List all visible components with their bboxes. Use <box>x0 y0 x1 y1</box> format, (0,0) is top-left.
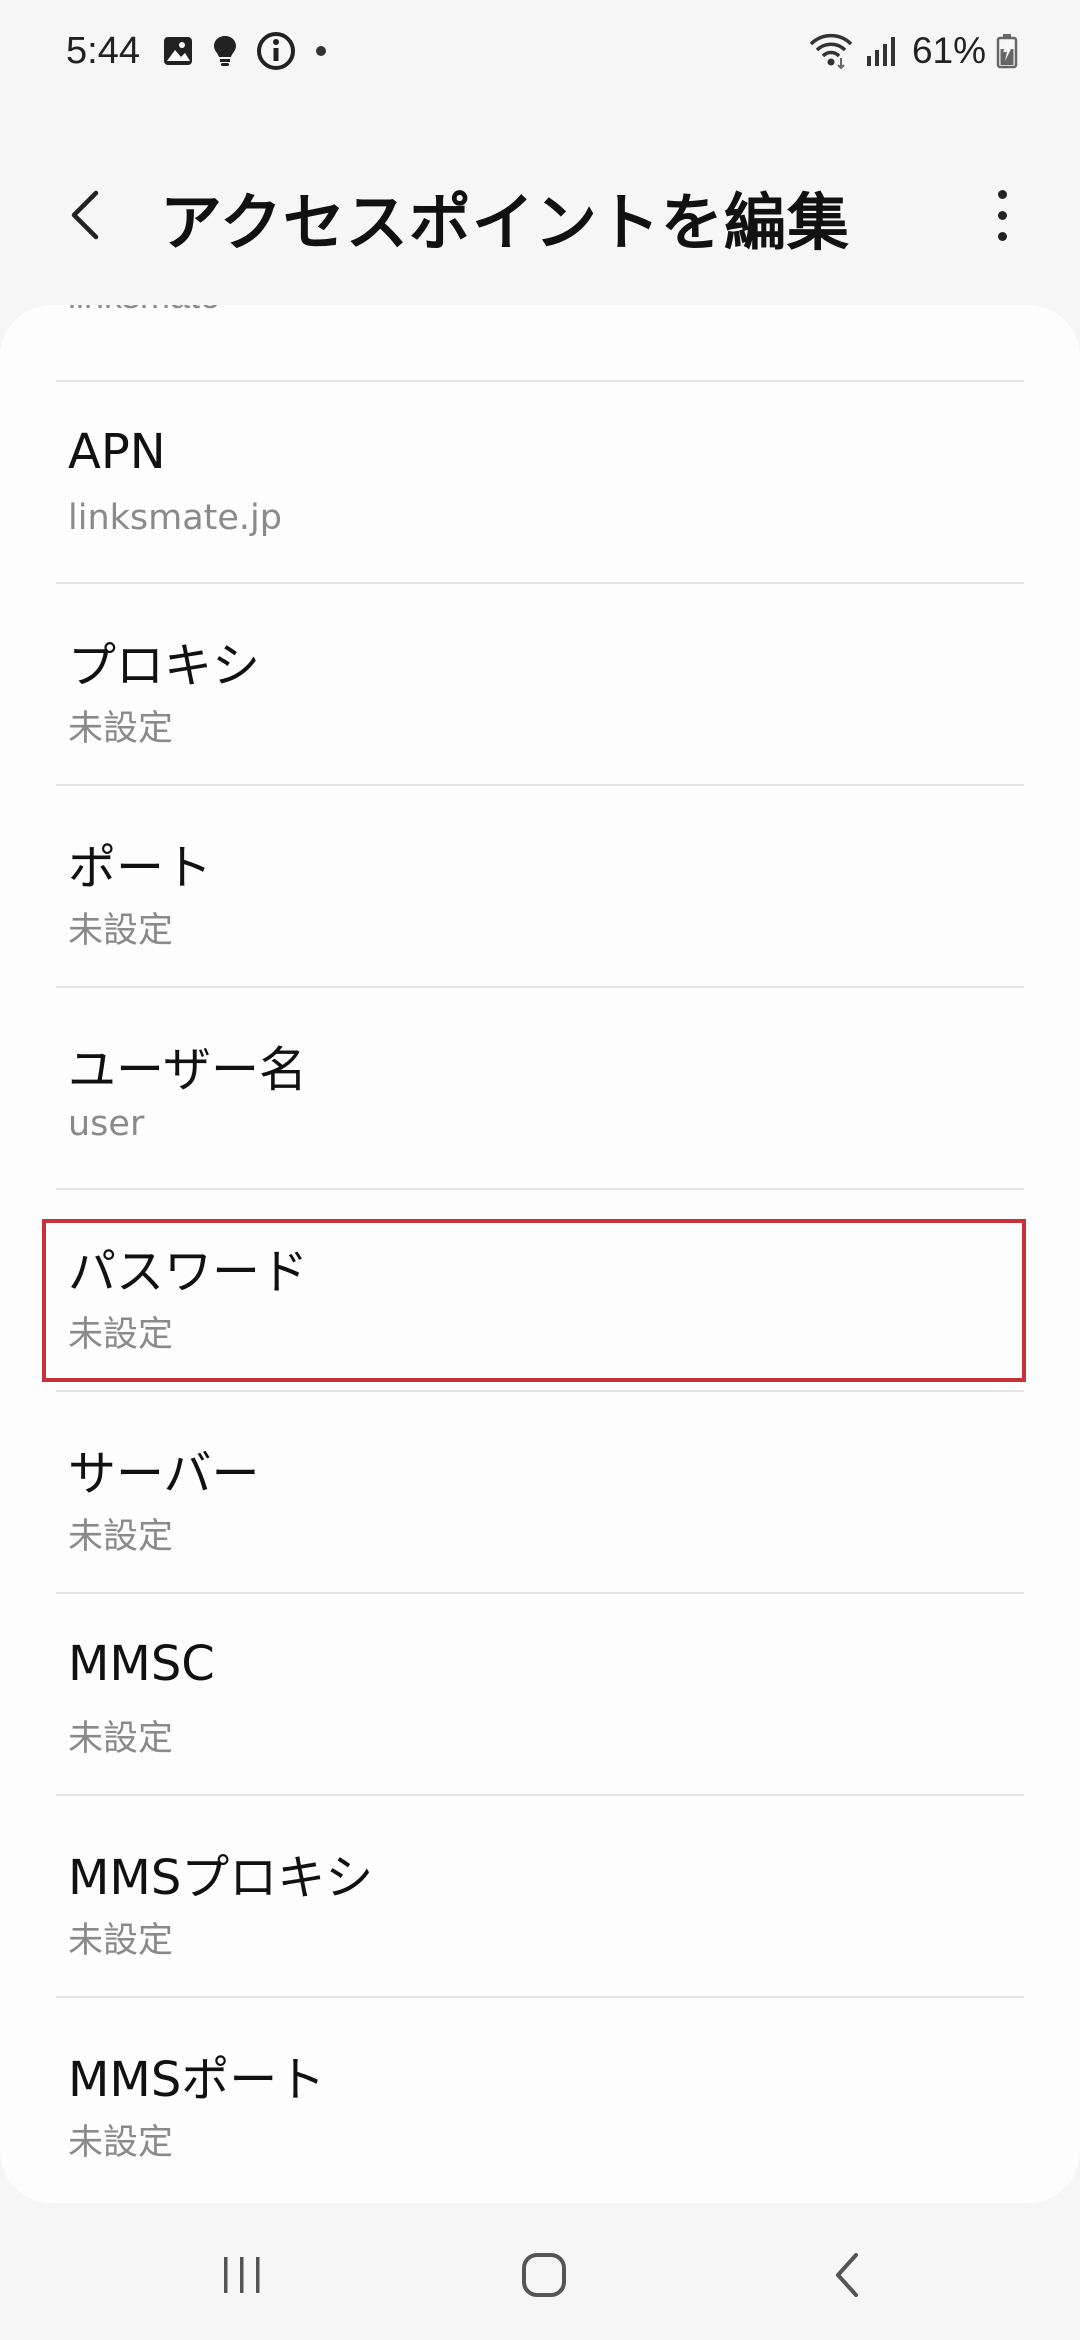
list-item-server[interactable]: サーバー 未設定 <box>0 1390 1080 1592</box>
list-item-value: 未設定 <box>68 1921 174 1961</box>
status-left: 5:44 <box>66 24 328 78</box>
partial-list-item-value: linksmate <box>68 305 220 355</box>
signal-icon <box>864 34 898 68</box>
status-time: 5:44 <box>66 29 140 72</box>
list-item-proxy[interactable]: プロキシ 未設定 <box>0 582 1080 784</box>
divider <box>56 784 1024 786</box>
recent-apps-icon <box>224 2257 260 2293</box>
app-bar: アクセスポイントを編集 <box>0 150 1080 280</box>
divider <box>56 582 1024 584</box>
list-item-label: プロキシ <box>68 638 261 694</box>
divider <box>56 1794 1024 1796</box>
divider <box>56 380 1024 382</box>
list-item-label: パスワード <box>68 1244 309 1300</box>
home-icon <box>522 2253 566 2297</box>
list-item-value: 未設定 <box>68 2123 174 2163</box>
battery-percentage: 61% <box>911 30 986 71</box>
list-item-label: MMSプロキシ <box>68 1850 374 1906</box>
info-icon <box>256 31 296 71</box>
list-item-value: linksmate.jp <box>68 498 282 538</box>
list-item-label: サーバー <box>68 1446 260 1502</box>
list-item-value: 未設定 <box>68 911 174 951</box>
recent-apps-button[interactable] <box>192 2230 292 2320</box>
list-item-value: 未設定 <box>68 1517 174 1557</box>
list-item-password[interactable]: パスワード 未設定 <box>0 1188 1080 1390</box>
list-item-apn[interactable]: APN linksmate.jp <box>0 380 1080 582</box>
list-item-mms-port[interactable]: MMSポート 未設定 <box>0 1996 1080 2198</box>
battery-icon <box>996 33 1018 69</box>
more-dot-icon <box>997 189 1007 199</box>
list-item-mmsc[interactable]: MMSC 未設定 <box>0 1592 1080 1794</box>
settings-card: linksmate APN linksmate.jp プロキシ 未設定 ポート … <box>0 305 1080 2203</box>
list-item-value: 未設定 <box>68 1719 174 1759</box>
divider <box>56 1996 1024 1998</box>
wifi-icon <box>808 32 854 70</box>
status-right: 61% <box>808 24 1018 78</box>
status-bar: 5:44 61% <box>0 0 1080 100</box>
divider <box>56 1188 1024 1190</box>
list-item-port[interactable]: ポート 未設定 <box>0 784 1080 986</box>
divider <box>56 986 1024 988</box>
settings-list: APN linksmate.jp プロキシ 未設定 ポート 未設定 ユーザー名 … <box>0 380 1080 2198</box>
list-item-label: ユーザー名 <box>68 1042 308 1098</box>
list-item-label: APN <box>68 424 166 480</box>
list-item-label: ポート <box>68 840 213 896</box>
page-title: アクセスポイントを編集 <box>160 186 850 259</box>
divider <box>56 1592 1024 1594</box>
more-dot-icon <box>997 231 1007 241</box>
list-item-value: user <box>68 1104 145 1144</box>
back-button[interactable] <box>56 180 116 250</box>
divider <box>56 1390 1024 1392</box>
back-nav-button[interactable] <box>798 2230 898 2320</box>
list-item-username[interactable]: ユーザー名 user <box>0 986 1080 1188</box>
dot-icon <box>314 44 328 58</box>
home-button[interactable] <box>494 2230 594 2320</box>
bulb-icon <box>212 34 238 68</box>
list-item-label: MMSC <box>68 1636 215 1692</box>
list-item-value: 未設定 <box>68 1315 174 1355</box>
navigation-bar <box>0 2210 1080 2340</box>
gallery-icon <box>162 35 194 67</box>
more-options-button[interactable] <box>982 180 1022 250</box>
back-nav-icon <box>836 2253 858 2297</box>
back-arrow-icon <box>71 190 99 240</box>
list-item-mms-proxy[interactable]: MMSプロキシ 未設定 <box>0 1794 1080 1996</box>
list-item-value: 未設定 <box>68 709 174 749</box>
more-dot-icon <box>997 210 1007 220</box>
list-item-label: MMSポート <box>68 2052 326 2108</box>
